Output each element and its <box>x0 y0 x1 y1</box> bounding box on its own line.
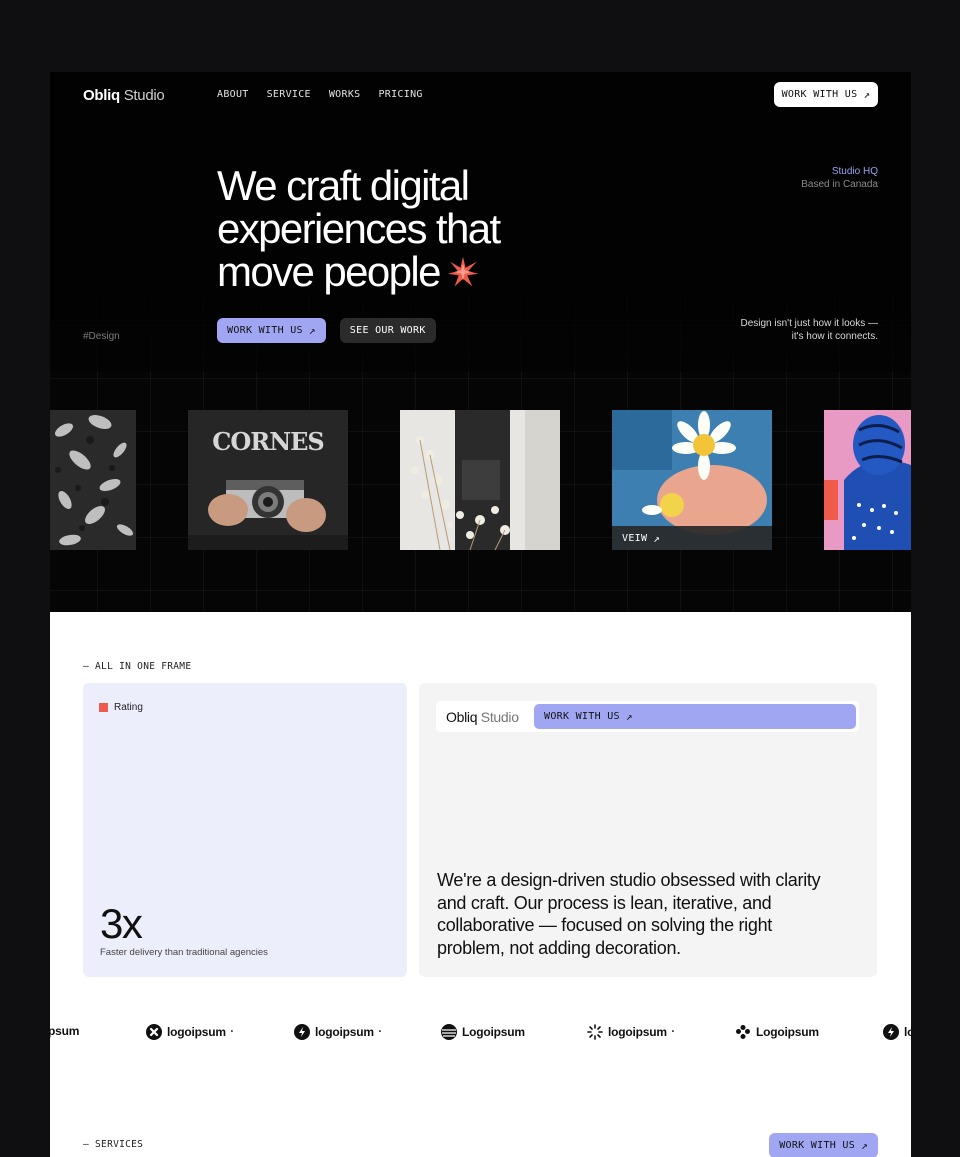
hero-headline: We craft digital experiences that move p… <box>217 162 501 295</box>
gallery-image-flower-hand[interactable]: VEIW ↗ <box>612 410 772 550</box>
sunburst-icon <box>587 1024 603 1040</box>
work-gallery: CORNES VEIW ↗ <box>50 410 911 550</box>
gallery-image-floral[interactable] <box>50 410 136 550</box>
client-logo: logoipsum • <box>146 1024 233 1040</box>
hero-tag: #Design <box>83 331 120 342</box>
section-label-all-in-one: — ALL IN ONE FRAME <box>83 661 192 672</box>
rating-label: Rating <box>99 702 143 713</box>
client-logo-partial: psum <box>50 1024 80 1038</box>
mini-work-with-us-button[interactable]: WORK WITH US ↗ <box>534 704 856 729</box>
arrow-up-right-icon: ↗ <box>308 324 316 337</box>
hero-section: Obliq Studio ABOUT SERVICE WORKS PRICING… <box>50 72 911 612</box>
client-logo: Logoipsum <box>441 1024 525 1040</box>
arrow-up-right-icon: ↗ <box>653 531 661 545</box>
page-frame: Obliq Studio ABOUT SERVICE WORKS PRICING… <box>50 72 911 1157</box>
view-overlay-button[interactable]: VEIW ↗ <box>612 526 772 550</box>
nav-links: ABOUT SERVICE WORKS PRICING <box>217 89 423 100</box>
bolt-circle-icon <box>883 1024 899 1040</box>
gallery-image-bottle[interactable] <box>400 410 560 550</box>
gallery-image-illustration[interactable] <box>824 410 911 550</box>
svg-text:CORNES: CORNES <box>212 427 324 456</box>
cross-circle-icon <box>146 1024 162 1040</box>
client-logo-partial: lo <box>883 1024 911 1040</box>
top-nav: Obliq Studio ABOUT SERVICE WORKS PRICING… <box>50 72 911 118</box>
nav-link-pricing[interactable]: PRICING <box>378 89 422 100</box>
see-our-work-button[interactable]: SEE OUR WORK <box>339 318 436 343</box>
about-text: We're a design-driven studio obsessed wi… <box>437 870 821 958</box>
nav-work-with-us-button[interactable]: WORK WITH US ↗ <box>774 82 878 107</box>
nav-link-works[interactable]: WORKS <box>329 89 361 100</box>
square-icon <box>99 703 108 712</box>
arrow-up-right-icon: ↗ <box>625 710 633 723</box>
nav-link-service[interactable]: SERVICE <box>267 89 311 100</box>
stat-card: Rating 3x Faster delivery than tradition… <box>83 683 407 977</box>
star-burst-icon <box>447 256 479 287</box>
section-label-services: — SERVICES <box>83 1139 144 1150</box>
stat-caption: Faster delivery than traditional agencie… <box>100 947 268 958</box>
nav-link-about[interactable]: ABOUT <box>217 89 249 100</box>
mini-nav-preview: Obliq Studio WORK WITH US ↗ <box>436 701 859 732</box>
client-logo: logoipsum • <box>294 1024 381 1040</box>
client-logo: logoipsum • <box>587 1024 674 1040</box>
arrow-up-right-icon: ↗ <box>863 88 871 101</box>
grid-blob-icon <box>736 1025 750 1039</box>
site-logo[interactable]: Obliq Studio <box>83 87 165 104</box>
studio-hq-info: Studio HQ Based in Canada <box>801 166 878 190</box>
client-logos: psum logoipsum • logoipsum • Logoipsum log… <box>50 1024 911 1044</box>
hero-buttons: WORK WITH US ↗ SEE OUR WORK <box>217 318 436 343</box>
work-with-us-button[interactable]: WORK WITH US ↗ <box>217 318 326 343</box>
gallery-image-camera[interactable]: CORNES <box>188 410 348 550</box>
stat-value: 3x <box>100 900 143 947</box>
bolt-circle-icon <box>294 1024 310 1040</box>
arrow-up-right-icon: ↗ <box>861 1139 868 1152</box>
hero-quote: Design isn't just how it looks — it's ho… <box>740 318 878 342</box>
services-work-with-us-button[interactable]: WORK WITH US ↗ <box>769 1133 878 1157</box>
about-card: Obliq Studio WORK WITH US ↗ We're a desi… <box>419 683 877 977</box>
client-logo: Logoipsum <box>735 1024 819 1040</box>
striped-circle-icon <box>441 1024 457 1040</box>
mini-logo: Obliq Studio <box>446 709 519 725</box>
